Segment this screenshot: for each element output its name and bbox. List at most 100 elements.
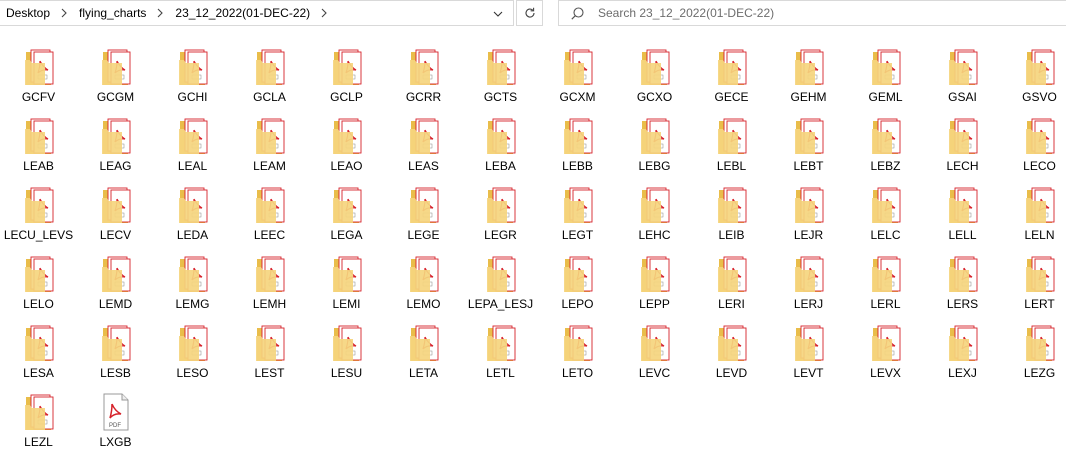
file-item[interactable]: GCXM xyxy=(539,46,616,115)
file-item[interactable]: LELL xyxy=(924,184,1001,253)
address-bar[interactable]: Desktop flying_charts 23_12_2022(01-DEC-… xyxy=(0,0,514,26)
file-item[interactable]: LEAB xyxy=(0,115,77,184)
file-item[interactable]: GCFV xyxy=(0,46,77,115)
file-item[interactable]: LEPO xyxy=(539,253,616,322)
file-item[interactable]: LEIB xyxy=(693,184,770,253)
file-item[interactable]: LEGR xyxy=(462,184,539,253)
file-item[interactable]: LEAM xyxy=(231,115,308,184)
file-item[interactable]: LELC xyxy=(847,184,924,253)
pdf-in-folder-icon xyxy=(870,47,902,87)
file-name: GCXM xyxy=(559,90,596,104)
file-item[interactable]: LEMO xyxy=(385,253,462,322)
file-item[interactable]: LESB xyxy=(77,322,154,391)
file-item[interactable]: GCLP xyxy=(308,46,385,115)
file-item[interactable]: GCTS xyxy=(462,46,539,115)
file-item[interactable]: LEMG xyxy=(154,253,231,322)
pdf-in-folder-icon xyxy=(23,254,55,294)
file-item[interactable]: LEEC xyxy=(231,184,308,253)
chevron-right-icon[interactable] xyxy=(157,8,164,18)
file-item[interactable]: GCHI xyxy=(154,46,231,115)
file-item[interactable]: LESU xyxy=(308,322,385,391)
file-name: LEBL xyxy=(716,159,747,173)
file-item[interactable]: LERJ xyxy=(770,253,847,322)
file-item[interactable]: LECU_LEVS xyxy=(0,184,77,253)
breadcrumb-current-folder[interactable]: 23_12_2022(01-DEC-22) xyxy=(175,6,310,20)
chevron-down-icon[interactable] xyxy=(488,4,508,24)
file-name: LEVX xyxy=(870,366,901,380)
pdf-in-folder-icon xyxy=(100,254,132,294)
file-item[interactable]: LERI xyxy=(693,253,770,322)
file-item[interactable]: LEBA xyxy=(462,115,539,184)
search-input[interactable] xyxy=(598,6,1066,20)
file-item[interactable]: LEDA xyxy=(154,184,231,253)
file-item[interactable]: LESA xyxy=(0,322,77,391)
file-item[interactable]: GEML xyxy=(847,46,924,115)
file-item[interactable]: LEJR xyxy=(770,184,847,253)
file-item[interactable]: LEXJ xyxy=(924,322,1001,391)
file-item[interactable]: LEGA xyxy=(308,184,385,253)
file-item[interactable]: LEBZ xyxy=(847,115,924,184)
file-item[interactable]: LEVT xyxy=(770,322,847,391)
file-item[interactable]: LECV xyxy=(77,184,154,253)
pdf-in-folder-icon xyxy=(870,116,902,156)
file-item[interactable]: LEAG xyxy=(77,115,154,184)
file-item[interactable]: LEST xyxy=(231,322,308,391)
file-name: LEVT xyxy=(793,366,824,380)
file-item[interactable]: LEVD xyxy=(693,322,770,391)
refresh-button[interactable] xyxy=(516,0,543,26)
file-item[interactable]: LEBT xyxy=(770,115,847,184)
breadcrumb-desktop[interactable]: Desktop xyxy=(6,6,50,20)
file-item[interactable]: GCXO xyxy=(616,46,693,115)
file-item[interactable]: LEGE xyxy=(385,184,462,253)
file-item[interactable]: LEBG xyxy=(616,115,693,184)
file-item[interactable]: LETL xyxy=(462,322,539,391)
file-item[interactable]: LEGT xyxy=(539,184,616,253)
file-item[interactable]: GEHM xyxy=(770,46,847,115)
file-name: LELN xyxy=(1024,228,1055,242)
file-item[interactable]: GSVO xyxy=(1001,46,1066,115)
file-item[interactable]: LEMH xyxy=(231,253,308,322)
file-item[interactable]: LECH xyxy=(924,115,1001,184)
file-item[interactable]: LEPP xyxy=(616,253,693,322)
file-item[interactable]: GCGM xyxy=(77,46,154,115)
file-item[interactable]: LEAL xyxy=(154,115,231,184)
file-item[interactable]: LETA xyxy=(385,322,462,391)
file-item[interactable]: GCRR xyxy=(385,46,462,115)
file-item[interactable]: LEZL xyxy=(0,391,77,460)
file-item[interactable]: LEMI xyxy=(308,253,385,322)
file-item[interactable]: LEBB xyxy=(539,115,616,184)
file-item[interactable]: LESO xyxy=(154,322,231,391)
file-item[interactable]: LEMD xyxy=(77,253,154,322)
file-item[interactable]: LEAS xyxy=(385,115,462,184)
file-item[interactable]: LERT xyxy=(1001,253,1066,322)
pdf-in-folder-icon xyxy=(177,116,209,156)
file-item[interactable]: LEBL xyxy=(693,115,770,184)
file-item[interactable]: LEZG xyxy=(1001,322,1066,391)
chevron-right-icon[interactable] xyxy=(61,8,67,18)
file-item[interactable]: LELO xyxy=(0,253,77,322)
file-item[interactable]: LEPA_LESJ xyxy=(462,253,539,322)
file-item[interactable]: GECE xyxy=(693,46,770,115)
file-item[interactable]: LECO xyxy=(1001,115,1066,184)
file-item[interactable]: LEAO xyxy=(308,115,385,184)
file-item[interactable]: LETO xyxy=(539,322,616,391)
file-name: GCTS xyxy=(483,90,518,104)
file-name: GSAI xyxy=(948,90,977,104)
pdf-in-folder-icon xyxy=(1024,254,1056,294)
file-item[interactable]: GCLA xyxy=(231,46,308,115)
file-item[interactable]: LEHC xyxy=(616,184,693,253)
pdf-in-folder-icon xyxy=(254,323,286,363)
breadcrumb-flying-charts[interactable]: flying_charts xyxy=(79,6,146,20)
file-item[interactable]: GSAI xyxy=(924,46,1001,115)
file-item[interactable]: LEVX xyxy=(847,322,924,391)
file-item[interactable]: LERS xyxy=(924,253,1001,322)
pdf-in-folder-icon xyxy=(639,254,671,294)
search-icon xyxy=(571,6,587,20)
search-box[interactable] xyxy=(558,0,1066,26)
chevron-right-icon[interactable] xyxy=(321,8,327,18)
file-item[interactable]: LELN xyxy=(1001,184,1066,253)
file-name: LEJR xyxy=(793,228,824,242)
file-item[interactable]: PDF LXGB xyxy=(77,391,154,460)
file-item[interactable]: LERL xyxy=(847,253,924,322)
file-item[interactable]: LEVC xyxy=(616,322,693,391)
